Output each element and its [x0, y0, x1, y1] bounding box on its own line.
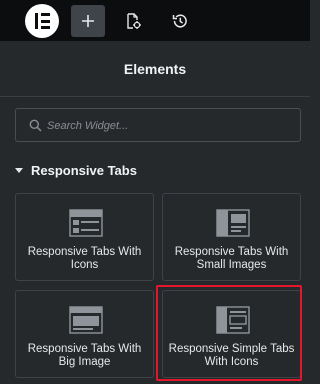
tabs-icons-widget-icon [69, 209, 103, 237]
elementor-logo-icon[interactable] [25, 4, 59, 38]
widget-responsive-tabs-with-big-image[interactable]: Responsive Tabs With Big Image [15, 290, 154, 378]
caret-down-icon [15, 167, 23, 173]
category-header-responsive-tabs[interactable]: Responsive Tabs [15, 160, 137, 180]
widget-label: Responsive Simple Tabs With Icons [168, 343, 295, 368]
plus-icon [82, 15, 94, 27]
widget-label: Responsive Tabs With Big Image [27, 343, 142, 368]
widget-responsive-simple-tabs-with-icons[interactable]: Responsive Simple Tabs With Icons [162, 290, 301, 378]
widget-responsive-tabs-with-small-images[interactable]: Responsive Tabs With Small Images [162, 193, 301, 281]
history-icon [172, 14, 187, 28]
panel-header: Elements [0, 41, 310, 97]
simple-tabs-icons-widget-icon [216, 306, 250, 334]
top-toolbar [0, 0, 310, 41]
panel-title: Elements [123, 61, 187, 77]
search-input[interactable] [47, 116, 287, 135]
search-box[interactable] [15, 108, 301, 142]
widget-label: Responsive Tabs With Small Images [174, 246, 289, 271]
widget-label: Responsive Tabs With Icons [27, 246, 142, 271]
tabs-big-image-widget-icon [69, 306, 103, 334]
widget-responsive-tabs-with-icons[interactable]: Responsive Tabs With Icons [15, 193, 154, 281]
category-title: Responsive Tabs [31, 162, 137, 178]
tabs-small-images-widget-icon [216, 209, 250, 237]
history-button[interactable] [163, 5, 197, 37]
page-settings-button[interactable] [116, 5, 150, 37]
page-settings-icon [127, 13, 141, 29]
add-element-button[interactable] [71, 5, 105, 37]
search-icon [29, 119, 42, 132]
